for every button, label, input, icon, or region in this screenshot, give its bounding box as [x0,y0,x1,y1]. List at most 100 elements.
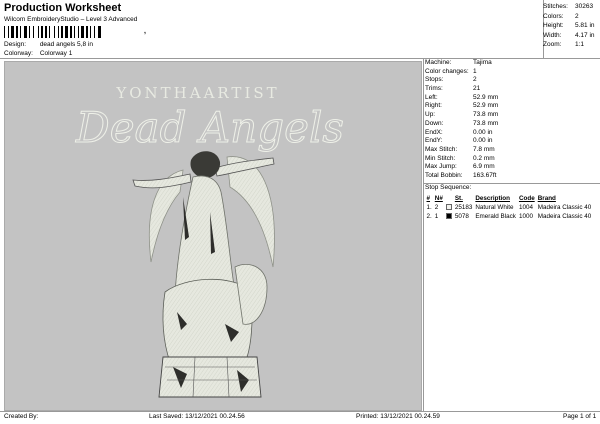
param-label: Trims: [425,85,443,93]
param-row: Total Bobbin: 163.67ft [425,172,598,181]
footer-divider [0,411,600,412]
row-code: 1004 [518,204,533,211]
barcode [4,26,101,38]
summary-box: Stitches: 30263 Colors: 2 Height: 5.81 in W… [543,2,598,50]
param-label: Total Bobbin: [425,171,463,179]
summary-colors: Colors: 2 [543,12,579,20]
summary-height: Height: 5.81 in [543,22,595,29]
right-wing-shape [226,156,275,268]
param-label: Min Stitch: [425,154,456,162]
param-row: Trims: 21 [425,85,598,94]
design-value: dead angels 5,8 in [39,41,93,48]
row-description: Natural White [475,204,514,211]
stop-sequence-table: # N# St. Description Code Brand 1. 2 251… [425,194,593,221]
torso-shape [174,175,236,295]
row-index: 2. [426,213,432,220]
param-value: 0.00 in [473,137,493,145]
param-label: Left: [425,93,438,101]
colorway-label: Colorway: [4,50,33,57]
machine-parameters: Machine: Tajima Color changes: 1 Stops: 2 Trim… [425,59,598,181]
param-row: Left: 52.9 mm [425,94,598,103]
worksheet-title: Production Worksheet [4,2,122,14]
param-label: Max Stitch: [425,145,458,153]
col-header-code: Code [518,195,535,202]
left-arm-shape [132,173,192,189]
table-row: 2. 1 5078 Emerald Black 1000 Madeira Cla… [425,212,593,221]
head-shape [190,151,221,179]
color-swatch [445,204,452,211]
param-label: Up: [425,111,436,119]
param-value: 1 [473,67,477,75]
color-swatch [445,213,452,220]
summary-width: Width: 4.17 in [543,31,595,39]
param-value: 21 [473,85,481,93]
footer-page-number: Page 1 of 1 [563,413,597,420]
design-label: Design: [4,41,27,48]
param-row: Down: 73.8 mm [425,120,598,129]
param-row: Machine: Tajima [425,59,598,68]
row-code: 1000 [518,213,533,220]
param-value: 0.00 in [473,128,493,136]
row-brand: Madeira Classic 40 [537,213,592,220]
param-label: EndY: [425,137,443,145]
param-label: Down: [425,119,444,127]
param-value: Tajima [473,59,492,66]
param-row: EndX: 0.00 in [425,129,598,138]
param-value: 0.2 mm [473,154,495,162]
row-stitches: 25183 [454,204,473,211]
design-text-yonthaartist: YONTHAARTIST [115,84,279,102]
param-label: Machine: [425,59,452,66]
right-panel-divider [423,58,424,411]
summary-zoom: Zoom: 1:1 [543,41,585,48]
color-swatch-cell [444,203,453,212]
param-label: Right: [425,102,442,110]
stop-sequence-title: Stop Sequence: [425,184,472,191]
param-row: Color changes: 1 [425,68,598,77]
footer-last-saved: Last Saved: 13/12/2021 00.24.56 [149,413,245,420]
param-value: 2 [473,76,477,84]
row-brand: Madeira Classic 40 [537,204,592,211]
param-label: Color changes: [425,67,469,75]
param-value: 6.9 mm [473,163,495,171]
row-index: 1. [426,204,432,211]
param-row: Max Stitch: 7.8 mm [425,146,598,155]
row-needle: 2 [434,204,439,211]
design-text-dead-angels: Dead Angels [75,103,344,152]
param-label: EndX: [425,128,443,136]
param-value: 73.8 mm [473,111,499,119]
footer-printed: Printed: 13/12/2021 00.24.59 [356,413,440,420]
summary-stitches: Stitches: 30263 [543,3,594,10]
param-value: 52.9 mm [473,93,499,101]
row-needle: 1 [434,213,439,220]
param-value: 7.8 mm [473,145,495,153]
param-row: EndY: 0.00 in [425,137,598,146]
col-header-needle: N# [434,195,443,202]
colorway-value: Colorway 1 [39,50,73,57]
col-header-color [444,194,453,203]
param-value: 52.9 mm [473,102,499,110]
stop-sequence-header-row: # N# St. Description Code Brand [425,194,593,203]
embroidery-design-image: YONTHAARTIST Dead Angels [75,84,344,398]
col-header-description: Description [475,195,510,202]
col-header-brand: Brand [537,195,556,202]
param-value: 163.67ft [473,171,497,179]
pedestal-shape [158,356,262,398]
param-row: Min Stitch: 0.2 mm [425,155,598,164]
design-name-row: Design: dead angels 5,8 in [4,41,93,48]
param-row: Up: 73.8 mm [425,111,598,120]
param-row: Stops: 2 [425,76,598,85]
footer-created-by: Created By: [4,413,39,420]
color-swatch-cell [444,212,453,221]
param-value: 73.8 mm [473,119,499,127]
table-row: 1. 2 25183 Natural White 1004 Madeira Cl… [425,203,593,212]
design-preview: YONTHAARTIST Dead Angels [4,61,422,411]
param-row: Right: 52.9 mm [425,102,598,111]
row-stitches: 5078 [454,213,469,220]
col-header-stitches: St. [454,195,463,202]
barcode-suffix: , [144,28,146,35]
col-header-index: # [426,195,431,202]
param-row: Max Jump: 6.9 mm [425,163,598,172]
row-description: Emerald Black [475,213,516,220]
colorway-row: Colorway: Colorway 1 [4,50,72,57]
software-name: Wilcom EmbroideryStudio – Level 3 Advanc… [4,16,138,23]
